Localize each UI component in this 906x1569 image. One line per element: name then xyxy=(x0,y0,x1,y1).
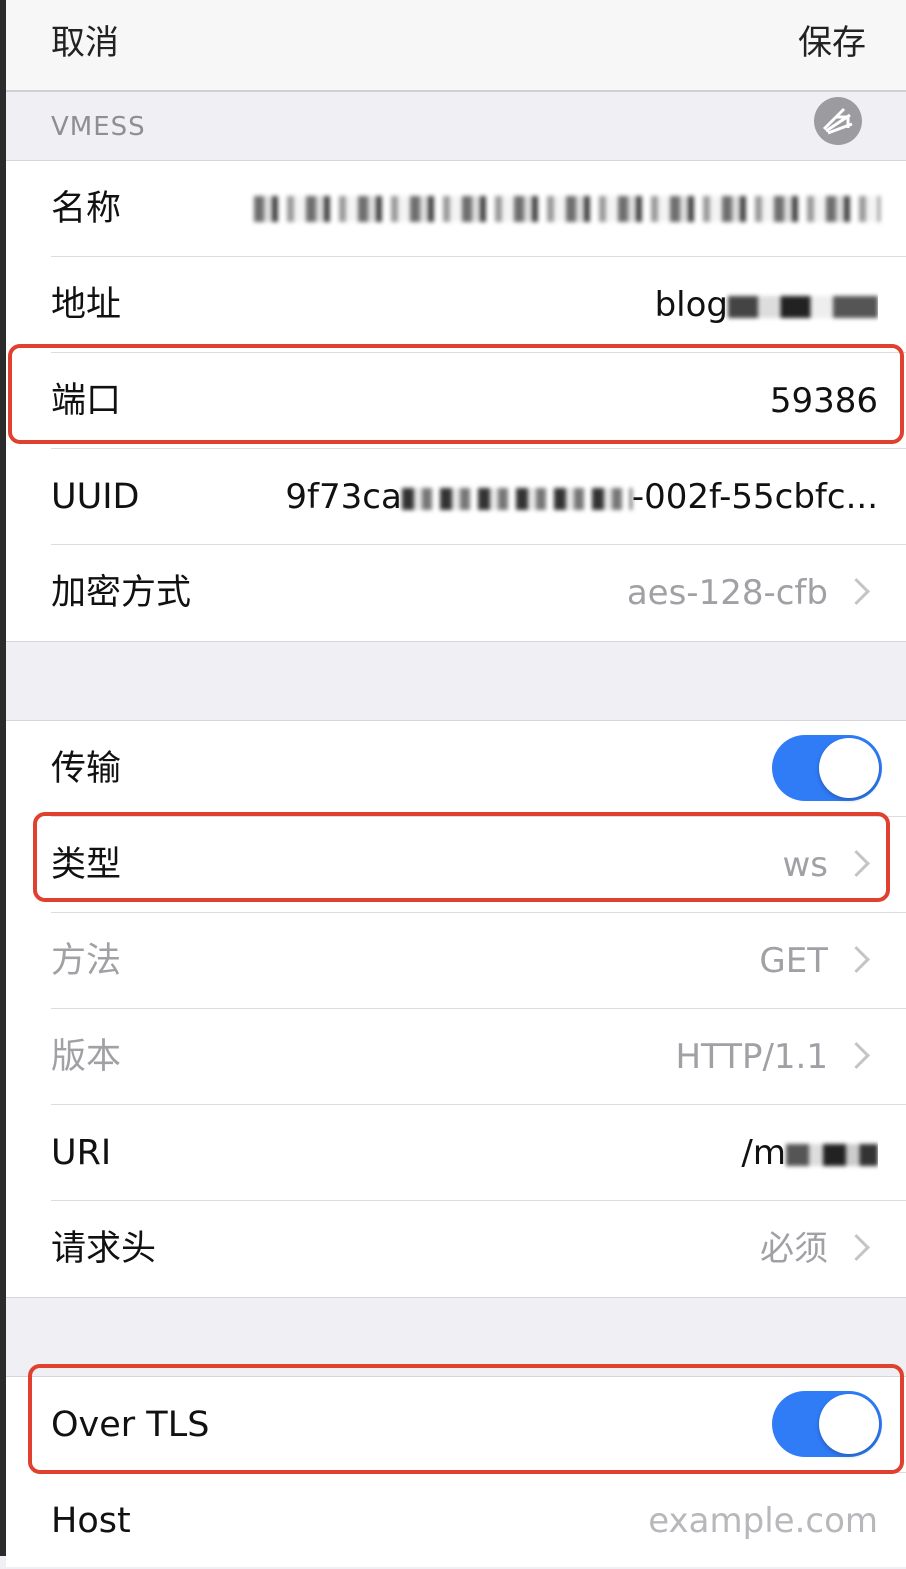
cipher-label: 加密方式 xyxy=(51,573,192,613)
transport-group: 传输 类型 ws 方法 GET 版本 HTTP/1.1 URI /m 请求头 必… xyxy=(6,720,906,1298)
headers-label: 请求头 xyxy=(51,1229,157,1269)
uuid-redacted xyxy=(401,487,632,510)
tls-group: Over TLS Host example.com xyxy=(6,1376,906,1567)
vmess-config-screen: 取消 保存 VMESS 名称 地址 blog 端口 59386 UUID 9f7… xyxy=(6,0,906,1567)
uuid-prefix: 9f73ca xyxy=(285,477,402,517)
server-group: 名称 地址 blog 端口 59386 UUID 9f73ca -002f-55c… xyxy=(6,160,906,642)
chevron-right-icon xyxy=(843,578,870,605)
host-label: Host xyxy=(51,1501,131,1541)
headers-value: 必须 xyxy=(760,1229,828,1269)
cancel-button[interactable]: 取消 xyxy=(51,18,119,68)
save-button[interactable]: 保存 xyxy=(798,18,866,68)
chevron-right-icon xyxy=(843,1234,870,1261)
name-value-redacted xyxy=(254,196,880,222)
uuid-label: UUID xyxy=(51,477,140,517)
share-icon[interactable] xyxy=(814,97,862,145)
uri-redacted xyxy=(786,1143,878,1166)
over-tls-row: Over TLS xyxy=(6,1377,906,1473)
over-tls-label: Over TLS xyxy=(51,1405,210,1445)
port-label: 端口 xyxy=(51,381,122,421)
over-tls-toggle[interactable] xyxy=(772,1391,882,1457)
navigation-bar: 取消 保存 xyxy=(6,0,906,92)
address-redacted xyxy=(728,295,878,318)
port-row[interactable]: 端口 59386 xyxy=(6,353,906,449)
uri-row[interactable]: URI /m xyxy=(6,1105,906,1201)
address-row[interactable]: 地址 blog xyxy=(6,257,906,353)
type-label: 类型 xyxy=(51,845,122,885)
uuid-suffix: -002f-55cbfc... xyxy=(631,477,878,517)
name-row[interactable]: 名称 xyxy=(6,161,906,257)
chevron-right-icon xyxy=(843,1042,870,1069)
section-header: VMESS xyxy=(6,92,906,161)
address-value[interactable]: blog xyxy=(655,257,878,353)
name-label: 名称 xyxy=(51,189,122,229)
transport-toggle[interactable] xyxy=(772,735,882,801)
version-value: HTTP/1.1 xyxy=(675,1037,828,1077)
type-row[interactable]: 类型 ws xyxy=(6,817,906,913)
type-value: ws xyxy=(782,845,828,885)
uri-value[interactable]: /m xyxy=(741,1105,878,1201)
uri-label: URI xyxy=(51,1133,112,1173)
transport-row: 传输 xyxy=(6,721,906,817)
cipher-value: aes-128-cfb xyxy=(626,573,828,613)
address-label: 地址 xyxy=(51,285,122,325)
method-value: GET xyxy=(759,941,828,981)
method-row[interactable]: 方法 GET xyxy=(6,913,906,1009)
port-value[interactable]: 59386 xyxy=(770,353,878,449)
section-title: VMESS xyxy=(51,112,146,142)
address-text: blog xyxy=(654,285,728,325)
host-input[interactable]: example.com xyxy=(648,1473,878,1569)
version-label: 版本 xyxy=(51,1037,122,1077)
version-row[interactable]: 版本 HTTP/1.1 xyxy=(6,1009,906,1105)
share-icon-glyph xyxy=(822,107,853,135)
uuid-row[interactable]: UUID 9f73ca -002f-55cbfc... xyxy=(6,449,906,545)
toggle-knob xyxy=(819,738,879,798)
uri-text: /m xyxy=(741,1133,786,1173)
method-label: 方法 xyxy=(51,941,122,981)
transport-label: 传输 xyxy=(51,749,122,789)
uuid-value[interactable]: 9f73ca -002f-55cbfc... xyxy=(285,449,878,545)
chevron-right-icon xyxy=(843,946,870,973)
toggle-knob xyxy=(819,1394,879,1454)
headers-row[interactable]: 请求头 必须 xyxy=(6,1201,906,1297)
host-row[interactable]: Host example.com xyxy=(6,1473,906,1569)
chevron-right-icon xyxy=(843,850,870,877)
cipher-row[interactable]: 加密方式 aes-128-cfb xyxy=(6,545,906,641)
